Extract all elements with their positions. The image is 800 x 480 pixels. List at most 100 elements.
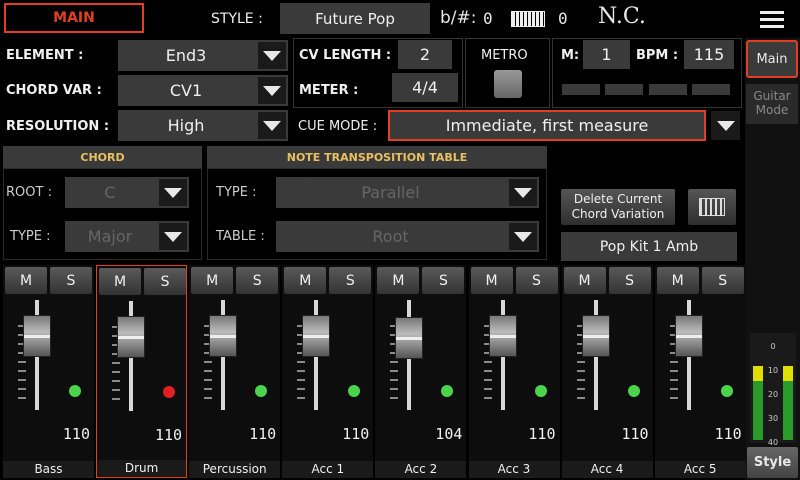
ntt-table-label: TABLE :: [216, 229, 265, 244]
beat-indicator: [562, 84, 600, 95]
chevron-down-icon[interactable]: [711, 111, 740, 140]
mixer-channel: M S 104 Acc 2: [375, 265, 467, 478]
status-led: [163, 386, 176, 398]
solo-button[interactable]: S: [329, 267, 372, 294]
key-label: b/#:: [440, 8, 477, 28]
chevron-down-icon: [509, 179, 537, 206]
metro-toggle[interactable]: [494, 70, 522, 98]
menu-icon[interactable]: [760, 11, 784, 28]
style-label: STYLE :: [211, 11, 263, 27]
resolution-label: RESOLUTION :: [6, 119, 110, 134]
chevron-down-icon: [509, 223, 537, 250]
ntt-type-dropdown[interactable]: Parallel: [276, 177, 539, 208]
volume-value: 110: [342, 425, 370, 443]
mixer-channel: M S 110 Acc 3: [468, 265, 560, 478]
solo-button[interactable]: S: [701, 267, 744, 294]
root-dropdown[interactable]: C: [65, 177, 189, 208]
fader-knob[interactable]: [674, 314, 703, 357]
meter-scale: 30: [767, 414, 779, 423]
volume-value: 110: [249, 425, 277, 443]
status-led: [720, 385, 733, 397]
transpose-value: 0: [558, 9, 568, 28]
meter-value[interactable]: 4/4: [392, 73, 458, 102]
mute-button[interactable]: M: [284, 267, 327, 294]
meter-left: [753, 366, 763, 440]
chord-header: CHORD: [3, 146, 202, 168]
fader-knob[interactable]: [395, 317, 424, 360]
chord-type-dropdown[interactable]: Major: [65, 221, 189, 252]
chevron-down-icon: [258, 77, 286, 104]
mixer-channel: M S 110 Acc 4: [561, 265, 653, 478]
channel-name[interactable]: Acc 3: [468, 461, 560, 478]
fader-knob[interactable]: [302, 314, 331, 357]
ntt-header: NOTE TRANSPOSITION TABLE: [207, 146, 547, 168]
tab-main[interactable]: Main: [746, 40, 798, 78]
solo-button[interactable]: S: [515, 267, 558, 294]
mixer-channel: M S 110 Bass: [3, 265, 94, 478]
delete-line1: Delete Current: [573, 192, 663, 206]
volume-value: 110: [621, 425, 649, 443]
mixer-icon: [699, 198, 725, 216]
status-led: [69, 385, 81, 397]
tab-style[interactable]: Style: [747, 447, 798, 478]
style-name[interactable]: Future Pop: [280, 3, 430, 34]
chevron-down-icon: [159, 179, 187, 206]
cue-mode-dropdown[interactable]: Immediate, first measure: [388, 110, 706, 141]
resolution-dropdown[interactable]: High: [118, 110, 288, 141]
mute-button[interactable]: M: [5, 267, 47, 294]
channel-name[interactable]: Bass: [3, 461, 94, 478]
mute-button[interactable]: M: [470, 267, 513, 294]
element-dropdown[interactable]: End3: [118, 40, 288, 71]
ntt-table-dropdown[interactable]: Root: [276, 221, 539, 252]
volume-value: 110: [62, 425, 90, 443]
channel-name[interactable]: Acc 4: [561, 461, 653, 478]
volume-value: 110: [155, 426, 183, 444]
fader-knob[interactable]: [209, 314, 238, 357]
status-led: [441, 385, 454, 397]
drum-kit-name[interactable]: Pop Kit 1 Amb: [561, 232, 737, 261]
volume-value: 110: [714, 425, 742, 443]
mixer-channel: M S 110 Percussion: [189, 265, 281, 478]
bpm-value[interactable]: 115: [684, 40, 734, 69]
channel-name[interactable]: Drum: [97, 460, 187, 477]
chevron-down-icon: [258, 42, 286, 69]
channel-name[interactable]: Acc 1: [282, 461, 374, 478]
ntt-type-label: TYPE :: [216, 185, 257, 200]
metro-label: METRO: [481, 48, 528, 63]
mute-button[interactable]: M: [656, 267, 699, 294]
beat-indicator: [605, 84, 643, 95]
chevron-down-icon: [159, 223, 187, 250]
fader-knob[interactable]: [23, 314, 51, 357]
cue-mode-label: CUE MODE :: [298, 119, 378, 134]
solo-button[interactable]: S: [50, 267, 92, 294]
chevron-down-icon: [258, 112, 286, 139]
delete-line2: Chord Variation: [571, 207, 665, 221]
fader-knob[interactable]: [488, 314, 517, 357]
solo-button[interactable]: S: [236, 267, 279, 294]
mode-button[interactable]: MAIN: [4, 3, 144, 33]
channel-name[interactable]: Percussion: [189, 461, 281, 478]
mute-button[interactable]: M: [99, 268, 142, 295]
solo-button[interactable]: S: [144, 268, 187, 295]
status-led: [348, 385, 361, 397]
mute-button[interactable]: M: [377, 267, 420, 294]
fader-knob[interactable]: [581, 314, 610, 357]
solo-button[interactable]: S: [608, 267, 651, 294]
status-led: [255, 385, 268, 397]
chord-var-dropdown[interactable]: CV1: [118, 75, 288, 106]
mixer-channel: M S 110 Acc 5: [654, 265, 746, 478]
fader-knob[interactable]: [117, 315, 146, 358]
chord-var-label: CHORD VAR :: [6, 83, 102, 98]
key-value: 0: [483, 9, 493, 28]
meter-scale: 10: [767, 366, 779, 375]
mixer-icon-button[interactable]: [688, 189, 736, 225]
mute-button[interactable]: M: [191, 267, 234, 294]
channel-name[interactable]: Acc 5: [654, 461, 746, 478]
cv-length-value[interactable]: 2: [398, 40, 452, 69]
mute-button[interactable]: M: [563, 267, 606, 294]
delete-chord-variation-button[interactable]: Delete Current Chord Variation: [561, 189, 675, 225]
volume-value: 104: [435, 425, 463, 443]
tab-guitar-mode[interactable]: Guitar Mode: [746, 84, 798, 124]
channel-name[interactable]: Acc 2: [375, 461, 467, 478]
solo-button[interactable]: S: [422, 267, 465, 294]
